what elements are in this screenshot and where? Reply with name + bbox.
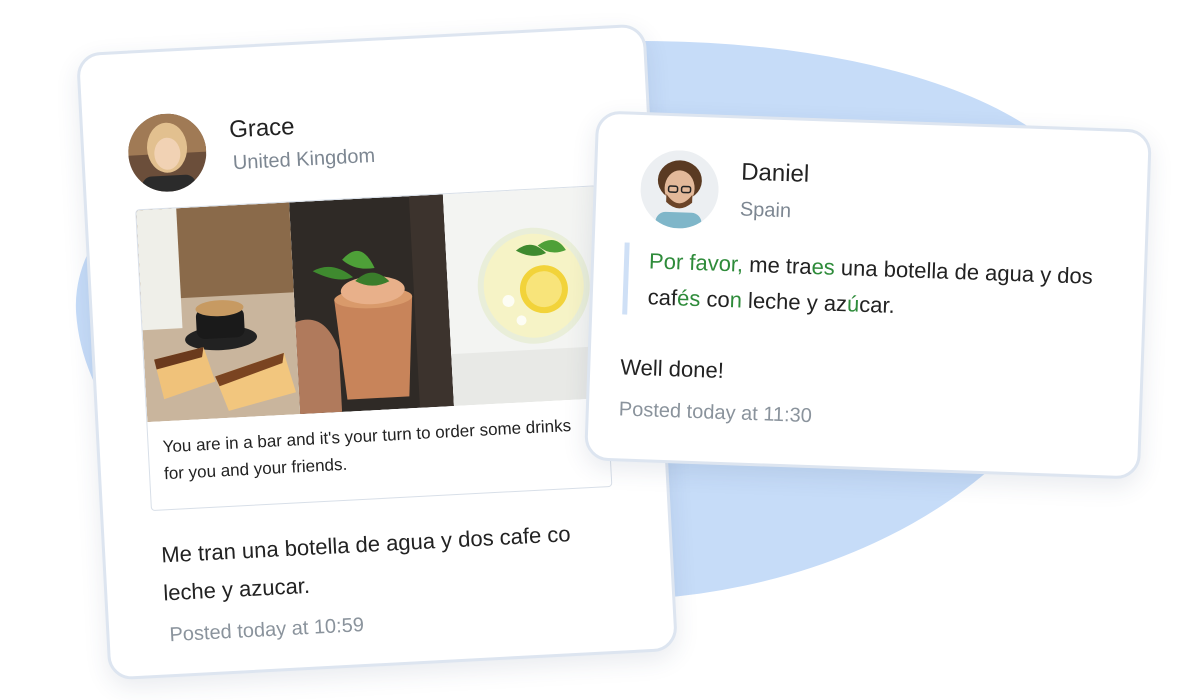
copper-cocktail-photo xyxy=(289,194,454,415)
grace-country: United Kingdom xyxy=(232,144,376,175)
grace-name[interactable]: Grace xyxy=(228,113,295,144)
correction-part: leche y az xyxy=(741,287,848,317)
grace-posted-time: Posted today at 10:59 xyxy=(168,614,365,647)
prompt-text: You are in a bar and it's your turn to o… xyxy=(162,415,572,484)
correction-part: ú xyxy=(846,291,860,317)
correction-part: Por favor, xyxy=(648,248,744,277)
prompt-card: You are in a bar and it's your turn to o… xyxy=(135,185,613,512)
daniel-posted-time: Posted today at 11:30 xyxy=(618,398,813,428)
lemon-water-photo xyxy=(442,186,607,407)
coffee-and-cake-photo xyxy=(136,202,301,423)
daniel-country: Spain xyxy=(739,198,792,223)
grace-message: Me tran una botella de agua y dos cafe c… xyxy=(160,521,572,606)
daniel-avatar[interactable] xyxy=(639,149,720,230)
correction-part: car. xyxy=(858,291,896,318)
daniel-message: Well done! xyxy=(619,354,725,384)
correction-quote: Por favor, me traes una botella de agua … xyxy=(622,242,1140,333)
correction-part: és xyxy=(676,285,701,312)
prompt-photos xyxy=(136,186,607,423)
correction-part: me tra xyxy=(742,251,813,280)
correction-part: es xyxy=(811,254,836,280)
daniel-name[interactable]: Daniel xyxy=(741,159,810,189)
correction-part: co xyxy=(699,286,731,313)
daniel-reply-card: Daniel Spain Por favor, me traes una bot… xyxy=(584,110,1152,480)
grace-avatar[interactable] xyxy=(126,111,209,194)
